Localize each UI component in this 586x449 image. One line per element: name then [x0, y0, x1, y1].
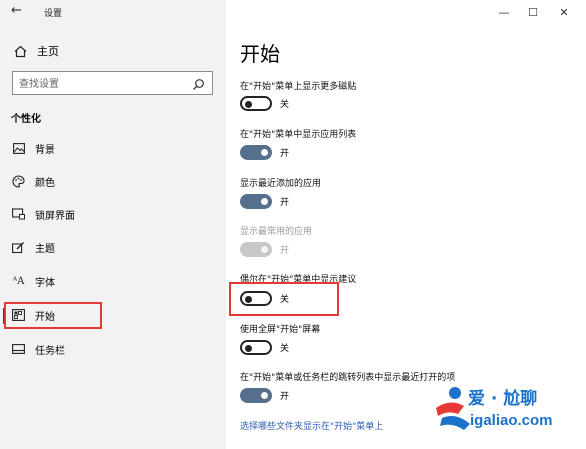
font-icon: ᴬA [12, 275, 25, 287]
sidebar-item-label: 锁屏界面 [35, 210, 75, 222]
setting-label: 在"开始"菜单或任务栏的跳转列表中显示最近打开的项 [240, 373, 456, 383]
setting-toggle-row: 关 [240, 340, 289, 355]
sidebar-item-background[interactable]: 背景 [0, 133, 226, 163]
toggle-switch[interactable] [240, 388, 272, 403]
toggle-state: 开 [280, 392, 290, 402]
toggle-state: 关 [280, 344, 290, 354]
palette-icon [12, 174, 25, 188]
setting-toggle-row: 开 [240, 242, 289, 257]
search-icon[interactable] [192, 76, 206, 90]
taskbar-icon [12, 343, 25, 356]
setting-label: 在"开始"菜单中显示应用列表 [240, 130, 357, 140]
setting-toggle-row: 开 [240, 388, 289, 403]
setting-toggle-row: 开 [240, 145, 289, 160]
setting-label: 在"开始"菜单上显示更多磁贴 [240, 82, 357, 92]
highlight-start-box [4, 302, 102, 329]
lock-screen-icon [12, 208, 25, 221]
image-icon [12, 142, 25, 155]
watermark-url: igaliao.com [470, 412, 553, 429]
toggle-switch [240, 242, 272, 257]
toggle-state: 开 [280, 149, 290, 159]
toggle-switch[interactable] [240, 194, 272, 209]
section-personalization: 个性化 [11, 114, 41, 125]
sidebar: ← 设置 主页 个性化 背景 颜色 锁屏界面 主题 [0, 0, 226, 449]
highlight-suggestions-box [229, 282, 339, 316]
sidebar-item-label: 颜色 [35, 177, 55, 189]
sidebar-item-label: 任务栏 [35, 345, 65, 357]
setting-toggle-row: 开 [240, 194, 289, 209]
toggle-switch[interactable] [240, 96, 272, 111]
sidebar-item-themes[interactable]: 主题 [0, 232, 226, 262]
setting-label: 显示最近添加的应用 [240, 179, 322, 189]
sidebar-item-colors[interactable]: 颜色 [0, 166, 226, 196]
back-arrow-icon[interactable]: ← [11, 3, 27, 19]
sidebar-item-label: 字体 [35, 277, 55, 289]
toggle-switch[interactable] [240, 145, 272, 160]
home-icon [13, 44, 27, 58]
sidebar-item-fonts[interactable]: ᴬA 字体 [0, 266, 226, 296]
watermark-text: 爱 · 尬聊 [468, 389, 538, 409]
search-input[interactable] [13, 73, 183, 96]
app-title: 设置 [44, 9, 63, 19]
sidebar-item-lock-screen[interactable]: 锁屏界面 [0, 199, 226, 229]
search-box[interactable] [12, 71, 213, 96]
sidebar-item-label: 主题 [35, 243, 55, 255]
nav-home[interactable]: 主页 [13, 43, 59, 59]
setting-toggle-row: 关 [240, 96, 289, 111]
setting-label: 显示最常用的应用 [240, 227, 313, 237]
toggle-switch[interactable] [240, 340, 272, 355]
setting-label: 使用全屏"开始"屏幕 [240, 325, 321, 335]
page-title: 开始 [240, 42, 280, 66]
toggle-state: 关 [280, 100, 290, 110]
maximize-button[interactable]: ☐ [527, 6, 539, 19]
close-button[interactable]: ✕ [558, 6, 570, 19]
home-label: 主页 [37, 45, 59, 58]
toggle-state: 开 [280, 246, 290, 256]
sidebar-item-taskbar[interactable]: 任务栏 [0, 334, 226, 364]
brush-icon [12, 241, 25, 254]
toggle-state: 开 [280, 198, 290, 208]
choose-folders-link[interactable]: 选择哪些文件夹显示在"开始"菜单上 [240, 419, 383, 432]
minimize-button[interactable]: — [498, 6, 510, 19]
sidebar-item-label: 背景 [35, 144, 55, 156]
